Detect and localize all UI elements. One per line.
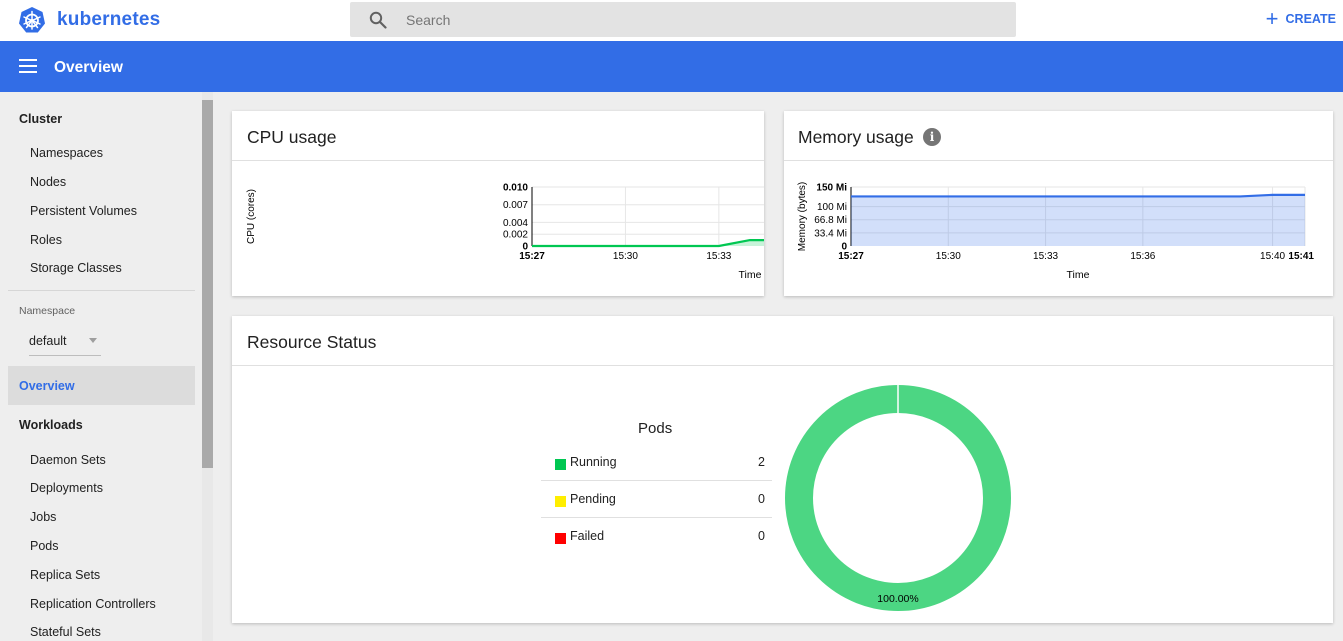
y-tick-label: 0.010 [503,183,528,194]
search-icon [369,11,387,29]
series-line [532,239,764,248]
sidebar-item-nodes[interactable]: Nodes [30,175,66,189]
kubernetes-logo[interactable]: kubernetes [18,6,160,34]
pending-swatch [555,496,566,507]
hamburger-menu-icon[interactable] [19,59,37,73]
pods-title: Pods [638,420,673,437]
page-title: Overview [54,59,123,76]
series-area [851,194,1305,246]
namespace-value: default [29,334,67,348]
sidebar-heading-workloads[interactable]: Workloads [19,418,83,432]
sidebar-item-replication-controllers[interactable]: Replication Controllers [30,597,156,611]
y-tick-label: 0.007 [503,200,528,211]
x-tick-label: 15:27 [519,251,545,262]
sidebar: Cluster Namespaces Nodes Persistent Volu… [0,92,213,641]
card-divider [232,365,1333,366]
memory-usage-chart: 033.4 Mi66.8 Mi100 Mi150 Mi15:27 15:30 15:… [797,182,1314,281]
x-tick-label: 15:33 [706,251,731,262]
x-tick-label: 15:33 [1033,251,1058,262]
cpu-usage-card: CPU usage 0 0.002 0.004 0.007 0.010 15:27 15:3… [232,111,764,296]
pods-row-label: Running [570,455,617,469]
sidebar-item-storage-classes[interactable]: Storage Classes [30,261,122,275]
sidebar-item-daemon-sets[interactable]: Daemon Sets [30,453,106,467]
sidebar-item-pods[interactable]: Pods [30,539,59,553]
pods-donut-chart: 100.00% [785,385,1011,611]
sidebar-item-stateful-sets[interactable]: Stateful Sets [30,625,101,639]
app-name: kubernetes [57,9,161,30]
memory-usage-card: Memory usage i 0 33.4 Mi 66.8 Mi 100 Mi 150 … [784,111,1333,296]
create-button-label: CREATE [1285,12,1336,26]
x-tick-label: 15:27 [838,251,864,262]
pods-row-label: Pending [570,492,616,506]
donut-slice-running [785,385,1011,611]
y-tick-label: 0.002 [503,230,528,241]
pods-row-count: 0 [758,529,765,543]
x-tick-label: 15:30 [613,251,638,262]
dropdown-caret-icon [89,338,97,343]
sidebar-item-replica-sets[interactable]: Replica Sets [30,568,100,582]
namespace-select[interactable]: default [29,332,101,356]
sidebar-item-namespaces[interactable]: Namespaces [30,146,103,160]
sidebar-item-deployments[interactable]: Deployments [30,481,103,495]
sidebar-item-persistent-volumes[interactable]: Persistent Volumes [30,204,137,218]
pods-row-label: Failed [570,529,605,543]
resource-card-title: Resource Status [247,332,377,352]
failed-swatch [555,533,566,544]
running-swatch [555,459,566,470]
y-tick-label: 150 Mi [816,183,847,194]
x-tick-label: 15:30 [936,251,961,262]
y-axis-title: Memory (bytes) [797,182,808,251]
sidebar-divider [8,290,195,291]
create-button[interactable]: + CREATE [1265,6,1336,31]
pods-row-running: Running 2 [541,444,772,481]
cpu-usage-chart: 00.0020.0040.0070.01015:2715:3015:3315:3… [246,183,764,281]
y-tick-label: 33.4 Mi [814,228,847,239]
sidebar-item-jobs[interactable]: Jobs [30,510,56,524]
search-input[interactable] [406,2,996,37]
donut-percent-label: 100.00% [877,593,918,605]
series-line [851,193,1305,198]
pods-row-count: 0 [758,492,765,506]
y-tick-label: 100 Mi [817,202,847,213]
y-tick-label: 0.004 [503,218,528,229]
top-bar: kubernetes + CREATE [0,0,1343,41]
app-header: Overview [0,41,1343,92]
x-tick-label: 15:36 [1130,251,1155,262]
y-tick-label: 66.8 Mi [814,215,847,226]
namespace-label: Namespace [19,305,76,317]
series-area [532,240,764,246]
sidebar-scrollbar[interactable] [202,92,213,641]
x-tick-label: 15:41 [1288,251,1314,262]
sidebar-item-roles[interactable]: Roles [30,233,62,247]
pods-row-failed: Failed 0 [541,518,772,555]
search-bar[interactable] [350,2,1016,37]
sidebar-scrollbar-thumb[interactable] [202,100,213,468]
pods-row-pending: Pending 0 [541,481,772,518]
x-axis-title: Time [1067,269,1090,281]
sidebar-item-overview[interactable]: Overview [8,366,195,405]
y-axis-title: CPU (cores) [246,189,257,244]
plus-icon: + [1265,6,1279,31]
sidebar-item-overview-label: Overview [19,379,75,393]
x-axis-title: Time [739,269,762,281]
resource-status-card: Resource Status Pods Running 2 Pending 0… [232,316,1333,623]
kubernetes-helm-icon [19,7,45,33]
pods-row-count: 2 [758,455,765,469]
sidebar-heading-cluster[interactable]: Cluster [19,112,62,126]
x-tick-label: 15:40 [1260,251,1285,262]
